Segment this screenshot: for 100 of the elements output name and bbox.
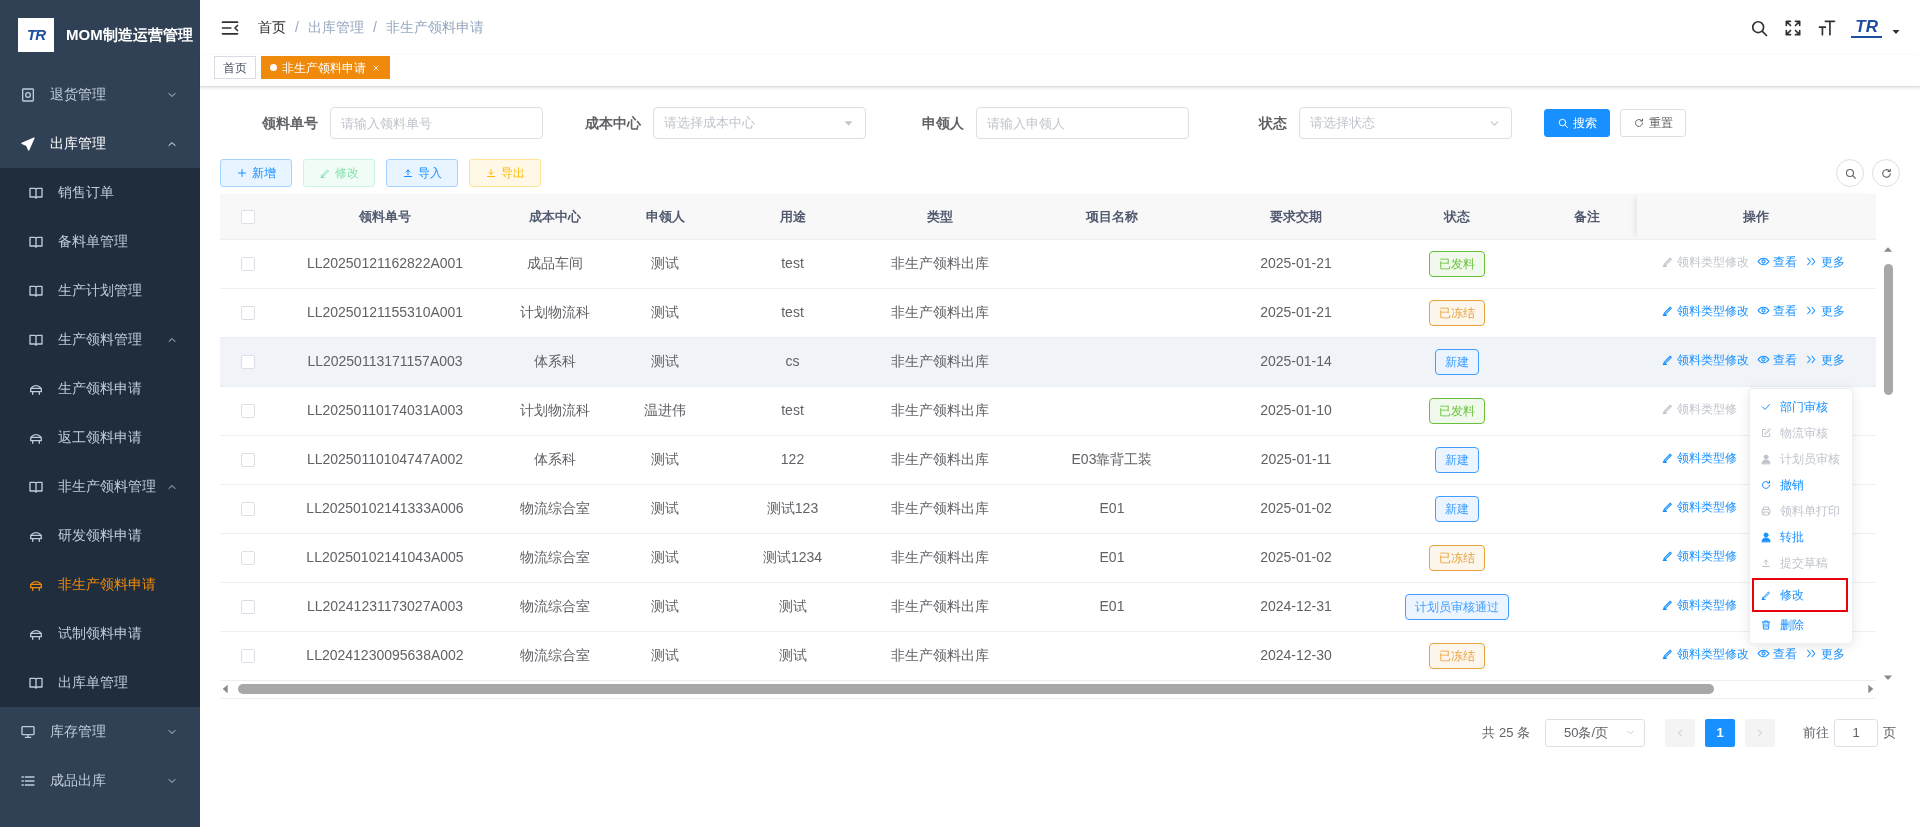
checkbox[interactable]	[240, 404, 255, 419]
page-tab[interactable]: 首页	[214, 56, 256, 79]
checkbox[interactable]	[240, 600, 255, 615]
menu-item[interactable]: 出库单管理	[0, 658, 200, 707]
table-cell: LL20250121155310A001	[306, 304, 464, 320]
breadcrumb-item[interactable]: 首页	[258, 17, 286, 38]
edit-link[interactable]: 领料类型修	[1661, 497, 1737, 516]
view-link[interactable]: 查看	[1757, 350, 1797, 369]
breadcrumb-separator: /	[372, 18, 377, 37]
menu-item[interactable]: 撤销	[1750, 472, 1852, 498]
checkbox[interactable]	[240, 453, 255, 468]
view-link[interactable]: 查看	[1757, 252, 1797, 271]
table-cell: LL20250102141043A005	[306, 549, 464, 565]
edit-link[interactable]: 领料类型修	[1661, 546, 1737, 565]
check-icon	[1760, 401, 1772, 413]
scrollbar-thumb[interactable]	[238, 684, 1714, 694]
pencil-icon	[1661, 353, 1674, 367]
more-link[interactable]: 更多	[1805, 350, 1845, 369]
undo-icon	[1760, 479, 1772, 491]
plus-icon	[236, 167, 248, 179]
menu-item[interactable]: 返工领料申请	[0, 413, 200, 462]
view-link[interactable]: 查看	[1757, 644, 1797, 663]
menu-item[interactable]: 转批	[1750, 524, 1852, 550]
status-tag: 已发料	[1429, 250, 1485, 277]
menu-item[interactable]: 销售订单	[0, 168, 200, 217]
select-field[interactable]: 请选择状态	[1299, 107, 1512, 139]
table-cell: 测试	[651, 353, 679, 369]
checkbox[interactable]	[240, 649, 255, 664]
edit-link[interactable]: 领料类型修改	[1661, 350, 1749, 369]
edit-link[interactable]: 领料类型修	[1661, 448, 1737, 467]
table-cell: 成品车间	[527, 255, 583, 271]
edit-link[interactable]: 领料类型修	[1661, 595, 1737, 614]
column-header: 申领人	[645, 208, 685, 224]
table-cell: 物流综合室	[520, 598, 590, 614]
page-number[interactable]: 1	[1705, 718, 1735, 747]
breadcrumb-separator: /	[295, 18, 299, 37]
status-tag: 计划员审核通过	[1405, 593, 1509, 620]
view-link[interactable]: 查看	[1757, 301, 1797, 320]
user-icon	[1760, 531, 1772, 543]
table-cell: test	[781, 255, 804, 271]
menu-item[interactable]: 生产领料申请	[0, 364, 200, 413]
menu-item[interactable]: 修改	[1752, 578, 1848, 612]
reset-button[interactable]: 重置	[1620, 109, 1686, 137]
search-toggle-button[interactable]	[1836, 159, 1864, 187]
menu-item[interactable]: 删除	[1750, 612, 1852, 638]
menu-item[interactable]: 试制领料申请	[0, 609, 200, 658]
menu-item[interactable]: 生产领料管理	[0, 315, 200, 364]
checkbox[interactable]	[240, 551, 255, 566]
column-header: 状态	[1444, 208, 1470, 224]
table-cell: 2024-12-30	[1260, 647, 1332, 663]
add-button[interactable]: 新增	[220, 159, 292, 187]
breadcrumb-item: 出库管理	[307, 18, 364, 37]
status-tag: 已冻结	[1429, 299, 1485, 326]
column-header: 项目名称	[1086, 208, 1138, 224]
menu-item[interactable]: 部门审核	[1750, 394, 1852, 420]
table-cell: 122	[780, 451, 805, 467]
table-cell: 非生产领料出库	[891, 304, 989, 320]
scrollbar-thumb[interactable]	[1883, 264, 1893, 395]
field-label: 成本中心	[584, 113, 641, 133]
table-cell: 2025-01-10	[1260, 402, 1332, 418]
select-field[interactable]: 请选择成本中心	[653, 107, 866, 139]
menu-item[interactable]: 非生产领料管理	[0, 462, 200, 511]
input-field[interactable]: 请输入领料单号	[330, 107, 543, 139]
import-button[interactable]: 导入	[386, 159, 458, 187]
edit-link[interactable]: 领料类型修改	[1661, 644, 1749, 663]
refresh-icon	[1879, 166, 1893, 180]
field-label: 领料单号	[261, 113, 318, 133]
menu-item[interactable]: 生产计划管理	[0, 266, 200, 315]
search-button[interactable]: 搜索	[1544, 109, 1610, 137]
menu-item[interactable]: 非生产领料申请	[0, 560, 200, 609]
page-tab[interactable]: 非生产领料申请	[261, 56, 390, 79]
upload-icon	[402, 167, 414, 179]
table-cell: 测试	[778, 598, 807, 614]
checkbox[interactable]	[240, 355, 255, 370]
menu-item[interactable]: 备料单管理	[0, 217, 200, 266]
status-tag: 新建	[1435, 495, 1479, 522]
refresh-button[interactable]	[1872, 159, 1900, 187]
more-link[interactable]: 更多	[1805, 252, 1845, 271]
checkbox[interactable]	[240, 502, 255, 517]
column-header: 成本中心	[529, 208, 581, 224]
table-cell: E03靠背工装	[1071, 451, 1153, 467]
edit-link[interactable]: 领料类型修改	[1661, 301, 1749, 320]
input-field[interactable]: 请输入申领人	[976, 107, 1189, 139]
checkbox[interactable]	[240, 210, 255, 225]
field-label: 状态	[1257, 113, 1287, 133]
table-cell: 非生产领料出库	[891, 402, 989, 418]
more-link[interactable]: 更多	[1805, 301, 1845, 320]
table-cell: 非生产领料出库	[891, 353, 989, 369]
active-dot	[270, 64, 277, 71]
page-size-select[interactable]: 50条/页	[1545, 718, 1645, 747]
table-cell: 2025-01-21	[1260, 304, 1332, 320]
more-link[interactable]: 更多	[1805, 644, 1845, 663]
pencil-icon	[1661, 549, 1674, 563]
checkbox[interactable]	[240, 306, 255, 321]
menu-item[interactable]: 研发领料申请	[0, 511, 200, 560]
page-input[interactable]: 1	[1834, 718, 1878, 747]
search-icon	[1557, 117, 1569, 129]
checkbox[interactable]	[240, 257, 255, 272]
table-cell: 测试	[651, 451, 679, 467]
table-cell: 2025-01-11	[1260, 451, 1332, 467]
